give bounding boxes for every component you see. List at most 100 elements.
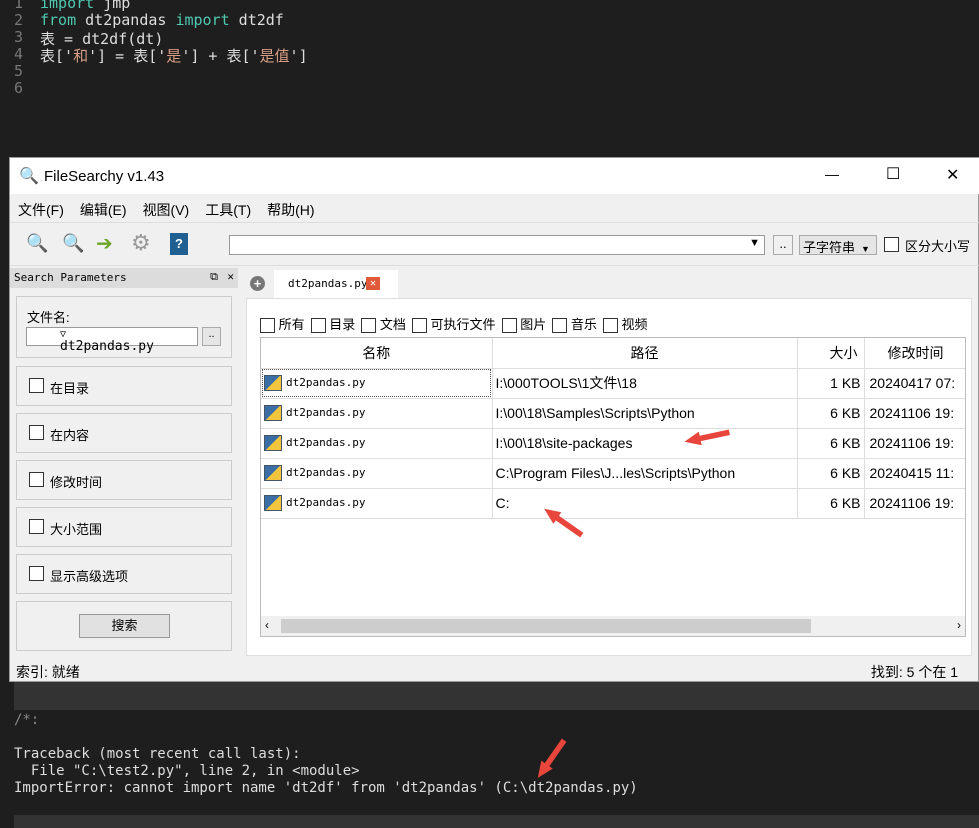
tab-dt2pandas[interactable]: dt2pandas.py ✕ [274,270,398,298]
checkbox[interactable] [501,318,517,334]
window-title: FileSearchy v1.43 [44,168,165,185]
checkbox[interactable] [29,425,44,440]
code-token: '] [289,47,308,65]
match-mode-select[interactable]: 子字符串 ▼ [799,235,877,255]
search-button[interactable]: 搜索 [79,614,170,638]
checkbox[interactable] [361,318,377,334]
checkbox[interactable] [411,318,427,334]
cell-modified: 20241106 19: [864,488,965,519]
option-in-directory[interactable]: 在目录 [16,366,232,406]
filter-1[interactable]: 目录 [310,317,355,334]
checkbox[interactable] [260,318,275,334]
code-token: '] + 表[' [181,47,260,65]
add-tab-icon[interactable]: + [250,276,265,291]
browse-button[interactable]: .. [773,235,793,255]
filename-input[interactable]: dt2pandas.py ▽ [26,327,198,354]
chevron-down-icon[interactable]: ▼ [749,237,760,249]
checkbox[interactable] [29,519,44,534]
python-file-icon [264,435,282,451]
divider-bar [14,682,979,710]
scrollbar-thumb[interactable] [281,619,811,633]
code-token: from [40,11,77,29]
cell-size: 1 KB [797,368,865,399]
scroll-right-icon[interactable]: › [957,618,961,632]
filter-0[interactable]: 所有 [260,317,305,334]
menu-view[interactable]: 视图(V) [135,196,198,224]
console-line: Traceback (most recent call last): [14,746,301,762]
code-token: dt2df [229,11,284,29]
table-row[interactable]: dt2pandas.py I:\00\18\Samples\Scripts\Py… [261,398,965,429]
scroll-left-icon[interactable]: ‹ [265,618,269,632]
float-icon[interactable]: ⧉ [210,270,218,284]
table-row[interactable]: dt2pandas.py C:\Program Files\J...les\Sc… [261,458,965,489]
search-input[interactable]: ▼ [229,235,765,255]
code-token: 和 [73,47,89,65]
cell-name: dt2pandas.py [261,488,493,519]
python-file-icon [264,375,282,391]
line-number: 5 [14,62,24,80]
checkbox[interactable] [29,472,44,487]
bottom-bar [14,815,979,828]
table-row[interactable]: dt2pandas.py I:\000TOOLS\1文件\18 1 KB 202… [261,368,965,399]
filename-group: 文件名: dt2pandas.py ▽ .. [16,296,232,358]
option-advanced[interactable]: 显示高级选项 [16,554,232,594]
checkbox[interactable] [552,318,568,334]
filter-6[interactable]: 视频 [602,317,647,334]
search-group: 搜索 [16,601,232,651]
found-count: 找到: 5 个在 1 [870,664,958,680]
filter-4[interactable]: 图片 [501,317,546,334]
filter-label: 文档 [379,317,406,332]
maximize-button[interactable]: ☐ [886,164,900,184]
column-name[interactable]: 名称 [261,338,493,369]
filter-2[interactable]: 文档 [361,317,406,334]
column-size[interactable]: 大小 [797,338,865,369]
code-editor[interactable]: 1 import jmp 2 from dt2pandas import dt2df 3… [0,0,979,157]
cell-modified: 20240417 07: [864,368,965,399]
close-tab-icon[interactable]: ✕ [366,277,380,290]
search-file-icon[interactable]: 🔍 [26,233,48,254]
minimize-button[interactable]: — [825,166,839,182]
column-path[interactable]: 路径 [492,338,798,369]
console-output[interactable]: /*: Traceback (most recent call last): Fi… [14,710,979,815]
help-book-icon[interactable]: ? [170,233,188,255]
menu-edit[interactable]: 编辑(E) [72,196,135,224]
line-number: 6 [14,79,24,97]
option-modified-time[interactable]: 修改时间 [16,460,232,500]
case-sensitive-checkbox[interactable] [884,237,899,252]
cell-path: C: [492,488,798,519]
checkbox[interactable] [310,318,326,334]
code-token: '] = 表[' [88,47,167,65]
export-arrow-icon[interactable]: ➔ [96,231,113,256]
close-button[interactable]: ✕ [946,165,959,185]
code-token: dt2pandas [76,11,176,29]
menu-bar: 文件(F) 编辑(E) 视图(V) 工具(T) 帮助(H) [10,196,979,222]
filter-label: 可执行文件 [430,317,496,332]
python-file-icon [264,465,282,481]
option-in-content[interactable]: 在内容 [16,413,232,453]
search-parameters-panel: Search Parameters ⧉ ✕ 文件名: dt2pandas.py ▽… [10,268,238,658]
option-size-range[interactable]: 大小范围 [16,507,232,547]
checkbox[interactable] [29,378,44,393]
column-modified[interactable]: 修改时间 [864,338,965,369]
cell-modified: 20240415 11: [864,458,965,489]
python-file-icon [264,495,282,511]
cell-path: I:\00\18\Samples\Scripts\Python [492,398,798,429]
cell-size: 6 KB [797,458,865,489]
menu-tools[interactable]: 工具(T) [197,196,259,224]
filename-browse-button[interactable]: .. [202,327,221,346]
search-content-icon[interactable]: 🔍 [62,233,84,254]
checkbox[interactable] [29,566,44,581]
table-row[interactable]: dt2pandas.py I:\00\18\site-packages 6 KB… [261,428,965,459]
panel-close-icon[interactable]: ✕ [227,270,234,283]
table-row[interactable]: dt2pandas.py C: 6 KB 20241106 19: [261,488,965,519]
menu-help[interactable]: 帮助(H) [259,196,322,224]
menu-file[interactable]: 文件(F) [10,196,72,224]
code-token: import [175,11,230,29]
cell-modified: 20241106 19: [864,428,965,459]
cell-path: I:\000TOOLS\1文件\18 [492,368,798,399]
horizontal-scrollbar[interactable]: ‹ › [261,616,965,636]
checkbox[interactable] [602,318,618,334]
filter-3[interactable]: 可执行文件 [411,317,496,334]
filter-5[interactable]: 音乐 [552,317,597,334]
gear-icon[interactable]: ⚙ [131,230,151,256]
